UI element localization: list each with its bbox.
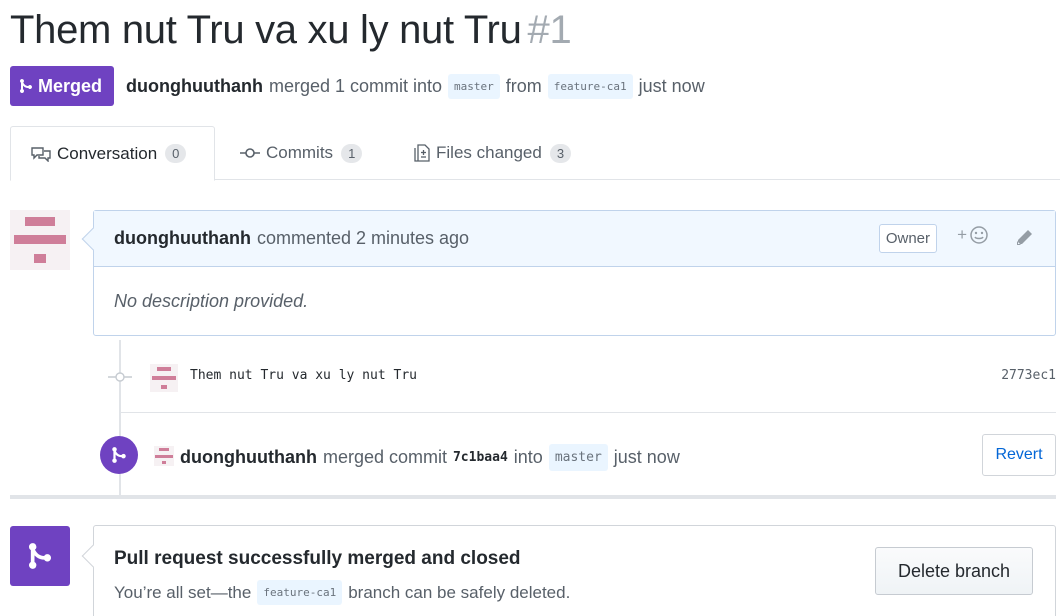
tab-files-changed[interactable]: Files changed 3 (414, 126, 572, 180)
merge-summary-text: merged 1 commit into (268, 75, 443, 96)
git-merge-icon (20, 78, 32, 94)
merged-sub-prefix: You’re all set—the (114, 582, 252, 602)
tab-commits[interactable]: Commits 1 (240, 126, 363, 180)
merged-box-caret (81, 544, 105, 568)
deletable-branch-label[interactable]: feature-ca1 (257, 580, 343, 605)
pr-author-link[interactable]: duonghuuthanh (126, 76, 263, 97)
tab-conversation-label: Conversation (57, 143, 158, 163)
smiley-icon (970, 226, 988, 244)
merge-event-badge (100, 436, 138, 474)
comment-author-link[interactable]: duonghuuthanh (114, 228, 251, 249)
merged-sub-suffix: branch can be safely deleted. (348, 582, 571, 602)
add-reaction-plus: + (957, 225, 967, 244)
comment-caret (81, 227, 105, 251)
git-merge-icon (112, 447, 126, 463)
comment-body: No description provided. (114, 291, 309, 311)
pr-tabs: Conversation 0 Commits 1 Files changed 3 (10, 126, 1060, 181)
merged-status-subtext: You’re all set—the feature-ca1 branch ca… (114, 580, 570, 605)
from-text: from (505, 75, 542, 96)
merge-event: duonghuuthanh merged commit 7c1baa4 into… (100, 434, 1058, 478)
pr-title: Them nut Tru va xu ly nut Tru #1 (10, 8, 572, 53)
pr-meta: Merged duonghuuthanh merged 1 commit int… (10, 66, 711, 106)
tab-files-changed-label: Files changed (436, 143, 542, 162)
tab-files-changed-count: 3 (549, 143, 572, 163)
merge-event-time: just now (613, 447, 680, 467)
base-branch-label[interactable]: master (448, 73, 500, 99)
merged-state-badge: Merged (10, 66, 115, 106)
merge-target-branch[interactable]: master (548, 444, 608, 471)
comment-header: duonghuuthanh commented 2 minutes ago Ow… (81, 211, 1055, 267)
comment-discussion-icon (31, 146, 51, 162)
merged-status-box: Pull request successfully merged and clo… (81, 525, 1056, 616)
merge-time: just now (638, 75, 705, 96)
edit-comment-button[interactable] (1015, 229, 1033, 252)
delete-branch-button[interactable]: Delete branch (875, 547, 1033, 595)
commit-sha-link[interactable]: 2773ec1 (1001, 368, 1056, 383)
merge-commit-sha-link[interactable]: 7c1baa4 (453, 450, 508, 465)
avatar[interactable] (10, 210, 70, 270)
avatar[interactable] (154, 446, 174, 466)
pr-description-comment: duonghuuthanh commented 2 minutes ago Ow… (81, 210, 1056, 336)
git-commit-icon (240, 147, 260, 159)
file-diff-icon (414, 144, 430, 162)
timeline-divider (120, 412, 1056, 413)
merged-commit-text: merged commit (322, 447, 447, 467)
merged-status-heading: Pull request successfully merged and clo… (114, 548, 521, 569)
commit-list-item: Them nut Tru va xu ly nut Tru 2773ec1 (108, 362, 1058, 392)
tab-commits-label: Commits (266, 143, 334, 162)
head-branch-label[interactable]: feature-ca1 (547, 73, 633, 99)
owner-badge: Owner (878, 224, 937, 253)
pr-number: #1 (527, 8, 572, 52)
merged-state-label: Merged (38, 75, 103, 96)
pr-title-text: Them nut Tru va xu ly nut Tru (10, 8, 522, 52)
tab-conversation-count: 0 (165, 144, 187, 163)
into-text: into (513, 447, 543, 467)
revert-button[interactable]: Revert (982, 434, 1056, 476)
git-merge-icon (29, 543, 51, 569)
discussion-end-divider (10, 495, 1056, 499)
merged-status-icon (10, 526, 70, 586)
merge-event-text: duonghuuthanh merged commit 7c1baa4 into… (180, 444, 680, 471)
git-commit-icon (108, 372, 132, 382)
commit-message-link[interactable]: Them nut Tru va xu ly nut Tru (190, 368, 417, 383)
comment-action-text: commented 2 minutes ago (256, 228, 470, 248)
add-reaction-button[interactable]: + (957, 225, 989, 245)
avatar[interactable] (150, 364, 178, 392)
tab-commits-count: 1 (341, 143, 363, 163)
tab-conversation[interactable]: Conversation 0 (10, 126, 215, 181)
merge-author-link[interactable]: duonghuuthanh (180, 447, 317, 468)
pencil-icon (1017, 230, 1032, 245)
